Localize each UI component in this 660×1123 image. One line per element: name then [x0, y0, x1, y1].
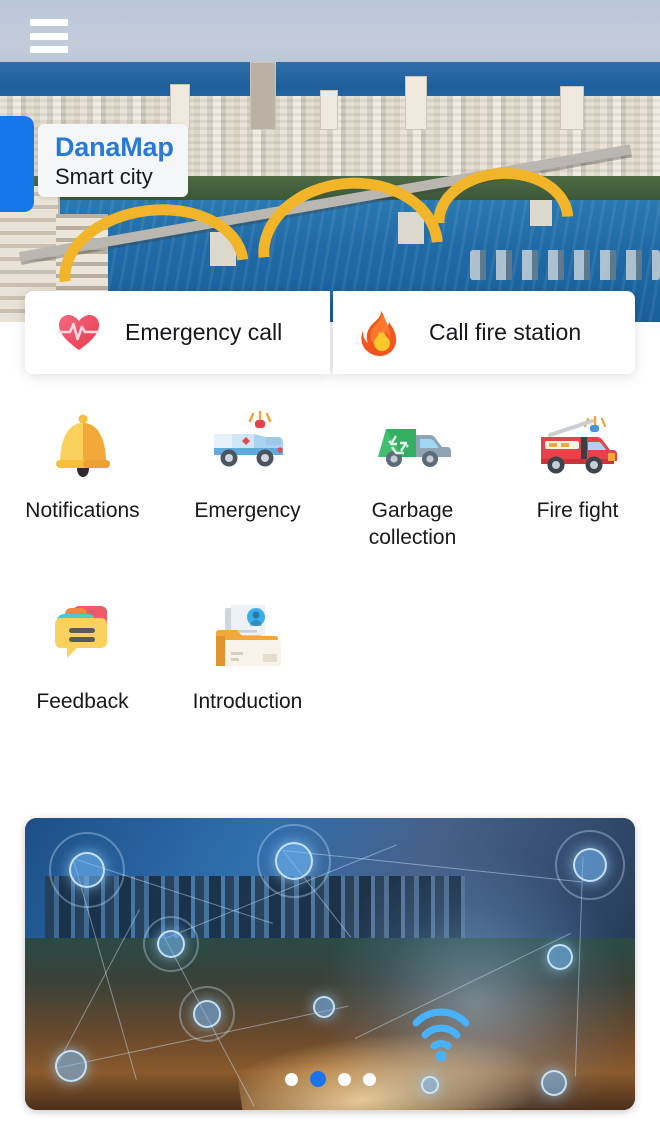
app-subtitle: Smart city	[55, 164, 153, 189]
hamburger-bar	[30, 19, 68, 26]
app-root: DanaMap Smart city Emergency call Call f…	[0, 0, 660, 1123]
hamburger-menu-icon[interactable]	[30, 19, 68, 53]
call-fire-station-button[interactable]: Call fire station	[333, 291, 635, 374]
quick-actions-row: Emergency call Call fire station	[25, 291, 635, 374]
logo-accent-tab	[0, 116, 34, 212]
carousel-dot[interactable]	[362, 1072, 376, 1086]
fire-flame-icon	[355, 309, 403, 357]
carousel-dot-active[interactable]	[309, 1071, 326, 1087]
grid-label: Introduction	[192, 690, 303, 713]
emergency-call-label: Emergency call	[125, 319, 283, 345]
hamburger-bar	[30, 32, 68, 40]
id-card-folder-icon	[204, 595, 292, 675]
grid-label: Feedback	[36, 690, 129, 713]
grid-item-notifications[interactable]: Notifications	[0, 404, 165, 551]
grid-item-garbage-collection[interactable]: Garbage collection	[330, 404, 495, 551]
bell-icon	[39, 404, 127, 484]
grid-label: Emergency	[194, 499, 301, 522]
grid-item-emergency[interactable]: Emergency	[165, 404, 330, 551]
carousel-network-overlay	[25, 818, 635, 1110]
app-title: DanaMap	[55, 132, 174, 162]
promo-carousel[interactable]	[25, 818, 635, 1110]
hero-boats	[470, 250, 660, 280]
carousel-dot[interactable]	[337, 1072, 351, 1086]
emergency-call-button[interactable]: Emergency call	[25, 291, 330, 374]
grid-item-introduction[interactable]: Introduction	[165, 595, 330, 715]
garbage-truck-icon	[369, 404, 457, 484]
hamburger-bar	[30, 46, 68, 53]
grid-label: Garbage collection	[368, 499, 457, 549]
carousel-slide-image	[25, 818, 635, 1110]
call-fire-station-label: Call fire station	[429, 319, 582, 345]
hero-towers	[0, 60, 660, 130]
grid-label: Notifications	[25, 499, 140, 522]
grid-item-feedback[interactable]: Feedback	[0, 595, 165, 715]
heart-pulse-icon	[55, 309, 103, 357]
app-logo-card: DanaMap Smart city	[38, 124, 188, 197]
service-grid: Notifications Emergency Garbage collecti…	[0, 404, 660, 715]
wifi-signal-icon	[393, 978, 489, 1074]
fire-truck-icon	[534, 404, 622, 484]
ambulance-icon	[204, 404, 292, 484]
grid-item-fire-fight[interactable]: Fire fight	[495, 404, 660, 551]
chat-bubbles-icon	[39, 595, 127, 675]
carousel-dots	[25, 1071, 635, 1087]
grid-label: Fire fight	[536, 499, 619, 522]
carousel-dot[interactable]	[284, 1072, 298, 1086]
